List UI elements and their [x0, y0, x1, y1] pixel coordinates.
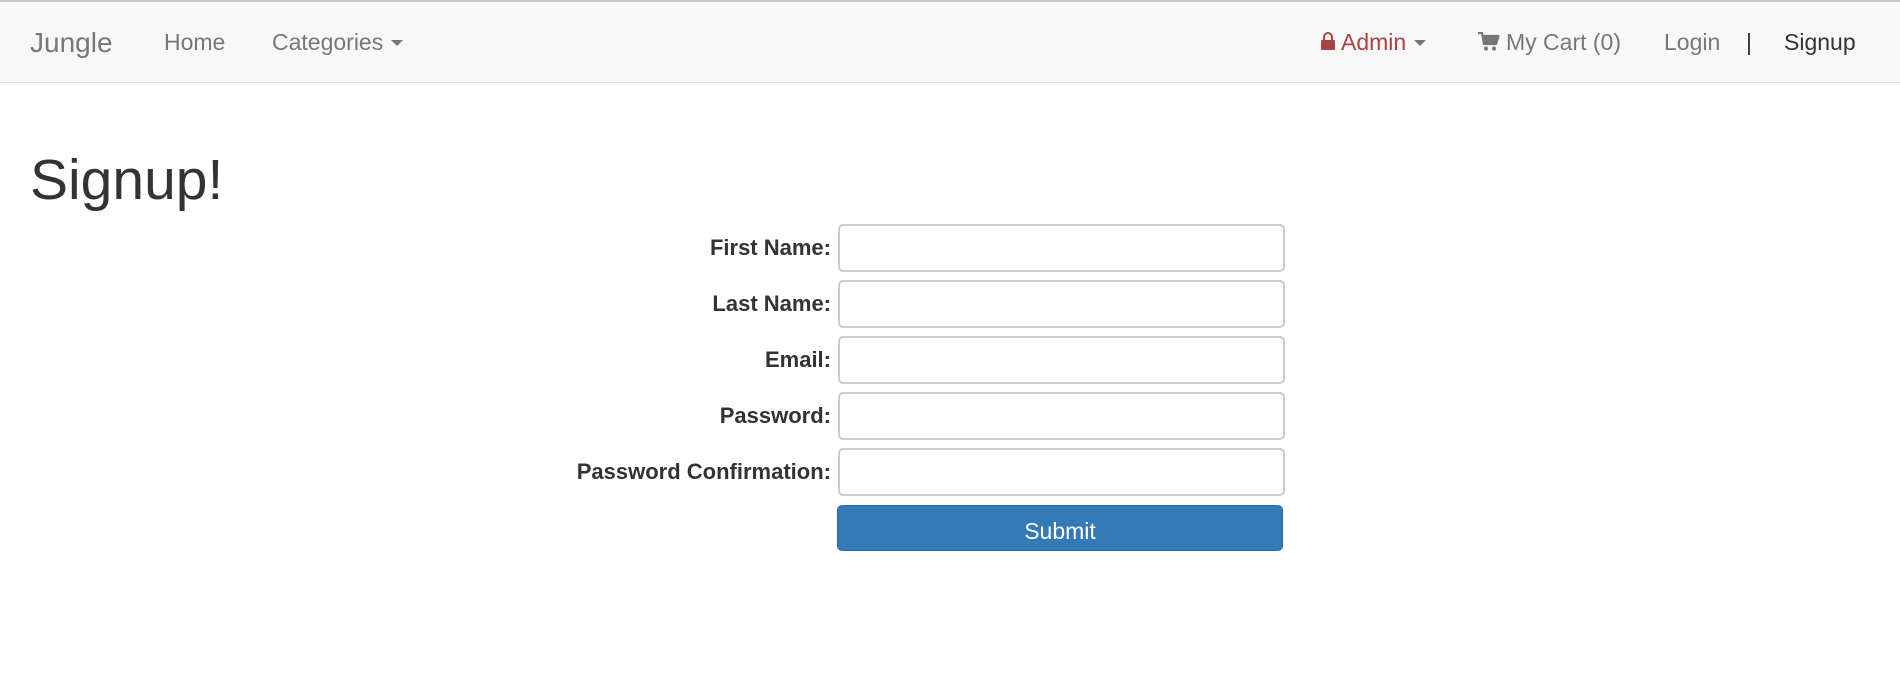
nav-admin-dropdown[interactable]: Admin — [1321, 2, 1427, 83]
navbar: Jungle Home Categories Admin My Cart (0)… — [0, 2, 1900, 83]
page-title: Signup! — [30, 148, 224, 212]
nav-signup-link[interactable]: Signup — [1784, 2, 1856, 83]
caret-down-icon — [1414, 39, 1427, 46]
password-confirmation-label: Password Confirmation: — [576, 459, 831, 484]
password-confirmation-input[interactable] — [838, 448, 1285, 496]
nav-cart-link[interactable]: My Cart (0) — [1478, 2, 1621, 83]
password-input[interactable] — [838, 392, 1285, 440]
nav-categories-dropdown[interactable]: Categories — [272, 2, 404, 83]
nav-cart-label: My Cart (0) — [1506, 29, 1621, 55]
email-row: Email: — [0, 336, 1900, 384]
cart-icon — [1478, 32, 1500, 51]
lock-icon — [1321, 31, 1335, 50]
last-name-row: Last Name: — [0, 280, 1900, 328]
nav-divider: | — [1746, 29, 1752, 55]
nav-admin-label: Admin — [1341, 29, 1407, 55]
last-name-input[interactable] — [838, 280, 1285, 328]
nav-categories-label: Categories — [272, 29, 384, 55]
password-row: Password: — [0, 392, 1900, 440]
nav-home-link[interactable]: Home — [164, 2, 225, 83]
password-confirmation-row: Password Confirmation: — [0, 448, 1900, 496]
nav-login-link[interactable]: Login — [1664, 2, 1720, 83]
submit-button[interactable]: Submit — [837, 505, 1283, 551]
first-name-input[interactable] — [838, 224, 1285, 272]
last-name-label: Last Name: — [712, 291, 831, 316]
first-name-label: First Name: — [709, 235, 831, 260]
password-label: Password: — [719, 403, 831, 428]
email-input[interactable] — [838, 336, 1285, 384]
brand-link[interactable]: Jungle — [30, 2, 113, 83]
caret-down-icon — [391, 39, 404, 46]
email-label: Email: — [764, 347, 831, 372]
first-name-row: First Name: — [0, 224, 1900, 272]
